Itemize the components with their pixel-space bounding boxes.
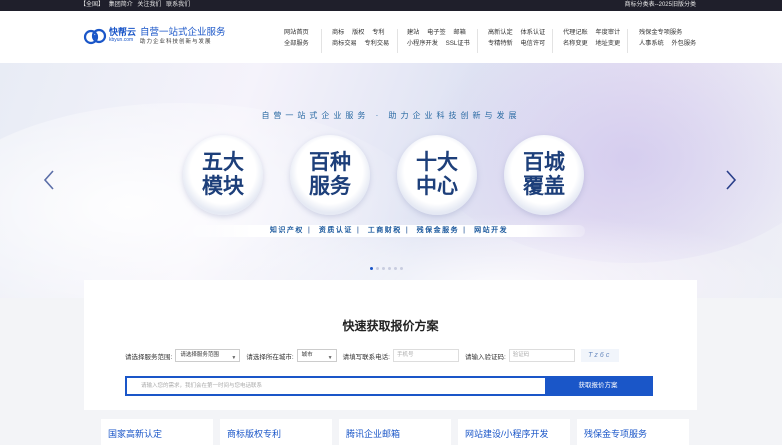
logo-name: 快帮云 (109, 27, 137, 37)
service-label: 请选择服务范围: (125, 353, 173, 361)
service-card-mail[interactable]: 腾讯企业邮箱 (339, 419, 451, 445)
nav-miniprogram[interactable]: 小程序开发 (407, 40, 438, 47)
nav-site-build[interactable]: 建站 (407, 29, 419, 36)
nav-audit[interactable]: 年度审计 (595, 29, 620, 36)
code-input[interactable]: 验证码 (508, 349, 575, 362)
chevron-left-icon[interactable] (42, 169, 56, 191)
nav-copyright[interactable]: 版权 (352, 29, 364, 36)
quote-form-card: 快速获取报价方案 请选择服务范围: 请选择服务范围 ▼ 请选择所在城市: 城市 … (84, 280, 697, 410)
tagline-sub: 助力企业科技创新与发展 (140, 39, 212, 45)
city-select[interactable]: 城市 ▼ (296, 349, 337, 362)
city-label: 请选择所在城市: (246, 353, 294, 361)
carousel-dot[interactable] (400, 267, 403, 270)
get-quote-button[interactable]: 获取报价方案 (545, 378, 651, 394)
nav-group-ip: 商标 版权 专利 商标交易 专利交易 (332, 27, 395, 49)
nav-ssl[interactable]: SSL证书 (446, 40, 470, 47)
nav-patent-trade[interactable]: 专利交易 (364, 40, 389, 47)
nav-divider (627, 29, 628, 53)
chevron-down-icon: ▼ (327, 355, 333, 361)
logo[interactable]: 快帮云 kbyun.com (83, 26, 136, 46)
service-cards: 国家高新认定 商标版权专利 腾讯企业邮箱 网站建设/小程序开发 残保金专项服务 (101, 419, 696, 445)
demand-input[interactable]: 请输入您的需求，我们会在第一时间与您电话联系 (127, 378, 545, 394)
nav-hitech[interactable]: 高新认定 (488, 29, 513, 36)
about-link[interactable]: 集团简介 (109, 2, 133, 8)
banner-category-bar: 知识产权 | 资质认证 | 工商财税 | 残保金服务 | 网站开发 (193, 225, 585, 237)
nav-telecom[interactable]: 电信许可 (520, 40, 545, 47)
nav-all-services[interactable]: 全部服务 (284, 40, 309, 47)
contact-link[interactable]: 联系我们 (166, 2, 190, 8)
nav-disability-fund[interactable]: 残保金专项服务 (639, 29, 682, 36)
nav-group-cert: 高新认定 体系认证 专精特新 电信许可 (488, 27, 551, 49)
demand-bar: 请输入您的需求，我们会在第一时间与您电话联系 获取报价方案 (125, 376, 653, 396)
phone-label: 请填写联系电话: (342, 353, 390, 361)
nav-name-change[interactable]: 名称变更 (563, 40, 588, 47)
circle-centers: 十大中心 (397, 135, 477, 215)
service-card-ip[interactable]: 商标版权专利 (220, 419, 332, 445)
nav-system-cert[interactable]: 体系认证 (520, 29, 545, 36)
follow-link[interactable]: 关注我们 (137, 2, 161, 8)
nav-hr-system[interactable]: 人事系统 (639, 40, 664, 47)
logo-domain: kbyun.com (109, 37, 134, 43)
header: 快帮云 kbyun.com 自营一站式企业服务 助力企业科技创新与发展 网站首页… (0, 11, 782, 63)
captcha-image[interactable]: Tz6c (580, 349, 619, 362)
banner-subtitle: 自营一站式企业服务 · 助力企业科技创新与发展 (261, 111, 521, 120)
nav-divider (477, 29, 478, 53)
nav-address-change[interactable]: 地址变更 (595, 40, 620, 47)
quote-title: 快速获取报价方案 (342, 319, 439, 333)
nav-specialized[interactable]: 专精特新 (488, 40, 513, 47)
service-card-web[interactable]: 网站建设/小程序开发 (458, 419, 570, 445)
quote-form-row: 请选择服务范围: 请选择服务范围 ▼ 请选择所在城市: 城市 ▼ 请填写联系电话… (125, 349, 619, 362)
nav-trademark[interactable]: 商标 (332, 29, 344, 36)
trademark-class-link[interactable]: 商标分类表--2025旧版分类 (625, 0, 696, 11)
nav-patent[interactable]: 专利 (372, 29, 384, 36)
nav-group-hr: 残保金专项服务 人事系统 外包服务 (639, 27, 702, 49)
nav-divider (321, 29, 322, 53)
chevron-right-icon[interactable] (724, 169, 738, 191)
circle-modules: 五大模块 (183, 135, 263, 215)
carousel-dot[interactable] (394, 267, 397, 270)
nav-esign[interactable]: 电子签 (427, 29, 446, 36)
nav-bookkeeping[interactable]: 代理记账 (563, 29, 588, 36)
code-label: 请输入验证码: (464, 353, 506, 361)
carousel-dot[interactable] (370, 267, 373, 270)
carousel-dot[interactable] (388, 267, 391, 270)
region-link[interactable]: 【全国】 (80, 2, 104, 8)
nav-group-finance: 代理记账 年度审计 名称变更 地址变更 (563, 27, 626, 49)
top-bar: 【全国】 集团简介 关注我们 联系我们 商标分类表--2025旧版分类 (0, 0, 782, 11)
nav-divider (397, 29, 398, 53)
nav-home[interactable]: 网站首页 (284, 29, 309, 36)
circle-cities: 百城覆盖 (504, 135, 584, 215)
nav-group-web: 建站 电子签 邮箱 小程序开发 SSL证书 (407, 27, 476, 49)
nav-divider (552, 29, 553, 53)
hero-banner[interactable]: 自营一站式企业服务 · 助力企业科技创新与发展 五大模块 百种服务 十大中心 百… (0, 63, 782, 298)
banner-circles: 五大模块 百种服务 十大中心 百城覆盖 (183, 135, 611, 215)
phone-input[interactable]: 手机号 (392, 349, 459, 362)
tagline-main: 自营一站式企业服务 (140, 27, 226, 38)
carousel-dot[interactable] (376, 267, 379, 270)
carousel-dot[interactable] (382, 267, 385, 270)
chevron-down-icon: ▼ (231, 355, 237, 361)
top-links: 【全国】 集团简介 关注我们 联系我们 (80, 0, 193, 11)
carousel-dots (370, 267, 406, 270)
tagline: 自营一站式企业服务 助力企业科技创新与发展 (140, 28, 226, 47)
nav-group-home: 网站首页 全部服务 (284, 27, 315, 49)
nav-mailbox[interactable]: 邮箱 (453, 29, 465, 36)
service-select[interactable]: 请选择服务范围 ▼ (175, 349, 241, 362)
nav-outsourcing[interactable]: 外包服务 (671, 40, 696, 47)
service-card-hitech[interactable]: 国家高新认定 (101, 419, 213, 445)
cloud-logo-icon (83, 26, 107, 46)
service-card-disability-fund[interactable]: 残保金专项服务 (577, 419, 689, 445)
circle-services: 百种服务 (290, 135, 370, 215)
nav-trademark-trade[interactable]: 商标交易 (332, 40, 357, 47)
